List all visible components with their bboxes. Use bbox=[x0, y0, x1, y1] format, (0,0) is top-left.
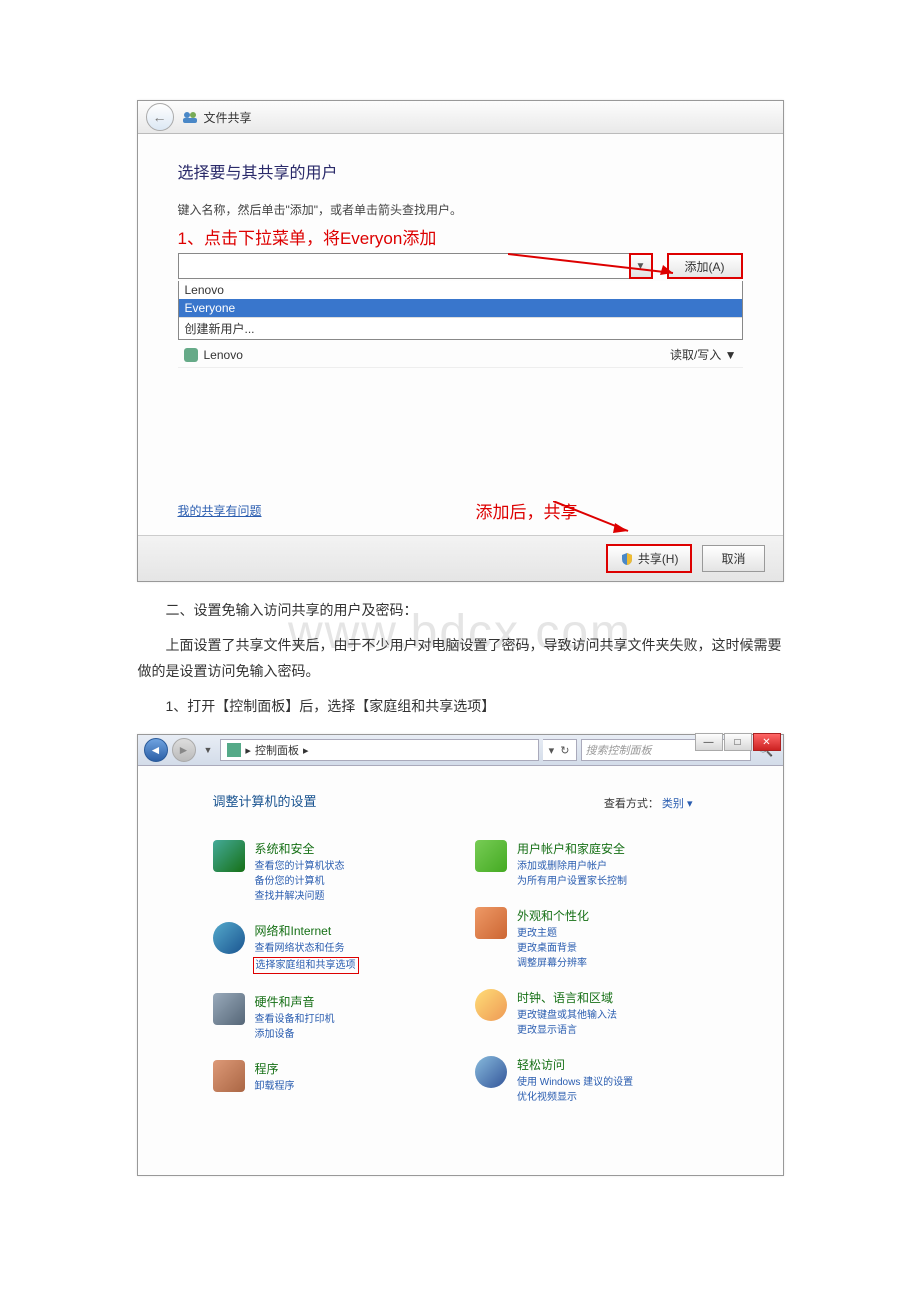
monitor-icon bbox=[475, 907, 507, 939]
paragraph-heading2: 二、设置免输入访问共享的用户及密码： bbox=[138, 597, 783, 624]
annotation-step2: 添加后，共享 bbox=[476, 498, 578, 523]
breadcrumb-text: 控制面板 bbox=[255, 742, 299, 758]
minimize-button[interactable]: — bbox=[695, 733, 723, 751]
control-panel-icon bbox=[227, 743, 241, 757]
cat-system-security[interactable]: 系统和安全 查看您的计算机状态 备份您的计算机 查找并解决问题 bbox=[213, 840, 446, 904]
nav-back-button[interactable]: ◄ bbox=[144, 738, 168, 762]
share-button[interactable]: 共享(H) bbox=[606, 544, 693, 573]
user-name-input[interactable] bbox=[178, 253, 630, 279]
breadcrumb-sep2: ▸ bbox=[303, 744, 309, 757]
add-button[interactable]: 添加(A) bbox=[667, 253, 743, 279]
cat-programs[interactable]: 程序 卸载程序 bbox=[213, 1060, 446, 1094]
dialog-subtext: 键入名称，然后单击"添加"，或者单击箭头查找用户。 bbox=[178, 201, 743, 218]
link-wallpaper[interactable]: 更改桌面背景 bbox=[517, 941, 589, 956]
refresh-icon[interactable]: ↻ bbox=[560, 744, 569, 757]
cat-network-internet[interactable]: 网络和Internet 查看网络状态和任务 选择家庭组和共享选项 bbox=[213, 922, 446, 975]
link-display-lang[interactable]: 更改显示语言 bbox=[517, 1023, 617, 1038]
shield-icon bbox=[213, 840, 245, 872]
printer-icon bbox=[213, 993, 245, 1025]
back-button[interactable]: ← bbox=[146, 103, 174, 131]
paragraph-3: 1、打开【控制面板】后，选择【家庭组和共享选项】 bbox=[138, 693, 783, 720]
cat-appearance[interactable]: 外观和个性化 更改主题 更改桌面背景 调整屏幕分辨率 bbox=[475, 907, 708, 971]
link-parental[interactable]: 为所有用户设置家长控制 bbox=[517, 874, 627, 889]
cat-hardware-sound[interactable]: 硬件和声音 查看设备和打印机 添加设备 bbox=[213, 993, 446, 1042]
dialog-titlebar: ← 文件共享 bbox=[138, 101, 783, 134]
dropdown-toggle[interactable]: ▼ bbox=[629, 253, 653, 279]
link-suggested[interactable]: 使用 Windows 建议的设置 bbox=[517, 1075, 633, 1090]
link-resolution[interactable]: 调整屏幕分辨率 bbox=[517, 956, 589, 971]
link-homegroup-sharing[interactable]: 选择家庭组和共享选项 bbox=[253, 957, 359, 974]
perm-user: Lenovo bbox=[204, 348, 243, 362]
user-icon bbox=[184, 348, 198, 362]
ease-icon bbox=[475, 1056, 507, 1088]
link-devices[interactable]: 查看设备和打印机 bbox=[255, 1012, 335, 1027]
dropdown-item-everyone[interactable]: Everyone bbox=[179, 299, 742, 317]
control-panel-window: — □ ✕ ◄ ► ▼ ▸ 控制面板 ▸ ▾ ↻ 搜索控制面板 🔍 bbox=[137, 734, 784, 1176]
view-by-dropdown[interactable]: 类别 ▾ bbox=[662, 798, 693, 810]
users-icon bbox=[182, 109, 198, 125]
file-sharing-dialog: ← 文件共享 选择要与其共享的用户 键入名称，然后单击"添加"，或者单击箭头查找… bbox=[137, 100, 784, 582]
annotation-step1: 1、点击下拉菜单，将Everyon添加 bbox=[178, 224, 743, 249]
address-bar[interactable]: ▸ 控制面板 ▸ bbox=[220, 739, 538, 761]
close-button[interactable]: ✕ bbox=[753, 733, 781, 751]
globe-icon bbox=[213, 922, 245, 954]
dialog-heading: 选择要与其共享的用户 bbox=[178, 159, 743, 183]
user-dropdown-list: Lenovo Everyone 创建新用户... bbox=[178, 281, 743, 340]
nav-history-dropdown[interactable]: ▼ bbox=[204, 745, 213, 755]
permission-row: Lenovo 读取/写入 ▼ bbox=[178, 340, 743, 368]
cat-user-accounts[interactable]: 用户帐户和家庭安全 添加或删除用户帐户 为所有用户设置家长控制 bbox=[475, 840, 708, 889]
dropdown-item-lenovo[interactable]: Lenovo bbox=[179, 281, 742, 299]
link-troubleshoot[interactable]: 查找并解决问题 bbox=[255, 889, 345, 904]
maximize-button[interactable]: □ bbox=[724, 733, 752, 751]
link-add-remove-user[interactable]: 添加或删除用户帐户 bbox=[517, 859, 627, 874]
link-view-status[interactable]: 查看您的计算机状态 bbox=[255, 859, 345, 874]
nav-forward-button[interactable]: ► bbox=[172, 738, 196, 762]
link-theme[interactable]: 更改主题 bbox=[517, 926, 589, 941]
link-network-status[interactable]: 查看网络状态和任务 bbox=[255, 941, 357, 956]
window-controls: — □ ✕ bbox=[695, 733, 781, 751]
dialog-title: 文件共享 bbox=[204, 109, 252, 126]
users-icon bbox=[475, 840, 507, 872]
shield-icon bbox=[620, 552, 634, 566]
link-optimize-video[interactable]: 优化视频显示 bbox=[517, 1090, 633, 1105]
box-icon bbox=[213, 1060, 245, 1092]
link-keyboard[interactable]: 更改键盘或其他输入法 bbox=[517, 1008, 617, 1023]
link-add-device[interactable]: 添加设备 bbox=[255, 1027, 335, 1042]
link-backup[interactable]: 备份您的计算机 bbox=[255, 874, 345, 889]
explorer-toolbar: ◄ ► ▼ ▸ 控制面板 ▸ ▾ ↻ 搜索控制面板 🔍 bbox=[138, 735, 783, 766]
paragraph-2: 上面设置了共享文件夹后，由于不少用户对电脑设置了密码，导致访问共享文件夹失败，这… bbox=[138, 632, 783, 685]
cancel-button[interactable]: 取消 bbox=[702, 545, 764, 572]
view-by: 查看方式： 类别 ▾ bbox=[604, 795, 693, 811]
address-dropdown[interactable]: ▾ ↻ bbox=[543, 739, 577, 761]
permission-level-dropdown[interactable]: 读取/写入 ▼ bbox=[670, 346, 737, 363]
dialog-footer: 共享(H) 取消 bbox=[138, 535, 783, 581]
help-link[interactable]: 我的共享有问题 bbox=[178, 502, 262, 519]
link-uninstall[interactable]: 卸载程序 bbox=[255, 1079, 295, 1094]
dropdown-item-new-user[interactable]: 创建新用户... bbox=[179, 317, 742, 339]
cat-clock-language[interactable]: 时钟、语言和区域 更改键盘或其他输入法 更改显示语言 bbox=[475, 989, 708, 1038]
breadcrumb-sep: ▸ bbox=[245, 744, 251, 757]
cat-ease-of-access[interactable]: 轻松访问 使用 Windows 建议的设置 优化视频显示 bbox=[475, 1056, 708, 1105]
clock-icon bbox=[475, 989, 507, 1021]
document-body: 二、设置免输入访问共享的用户及密码： 上面设置了共享文件夹后，由于不少用户对电脑… bbox=[138, 597, 783, 719]
